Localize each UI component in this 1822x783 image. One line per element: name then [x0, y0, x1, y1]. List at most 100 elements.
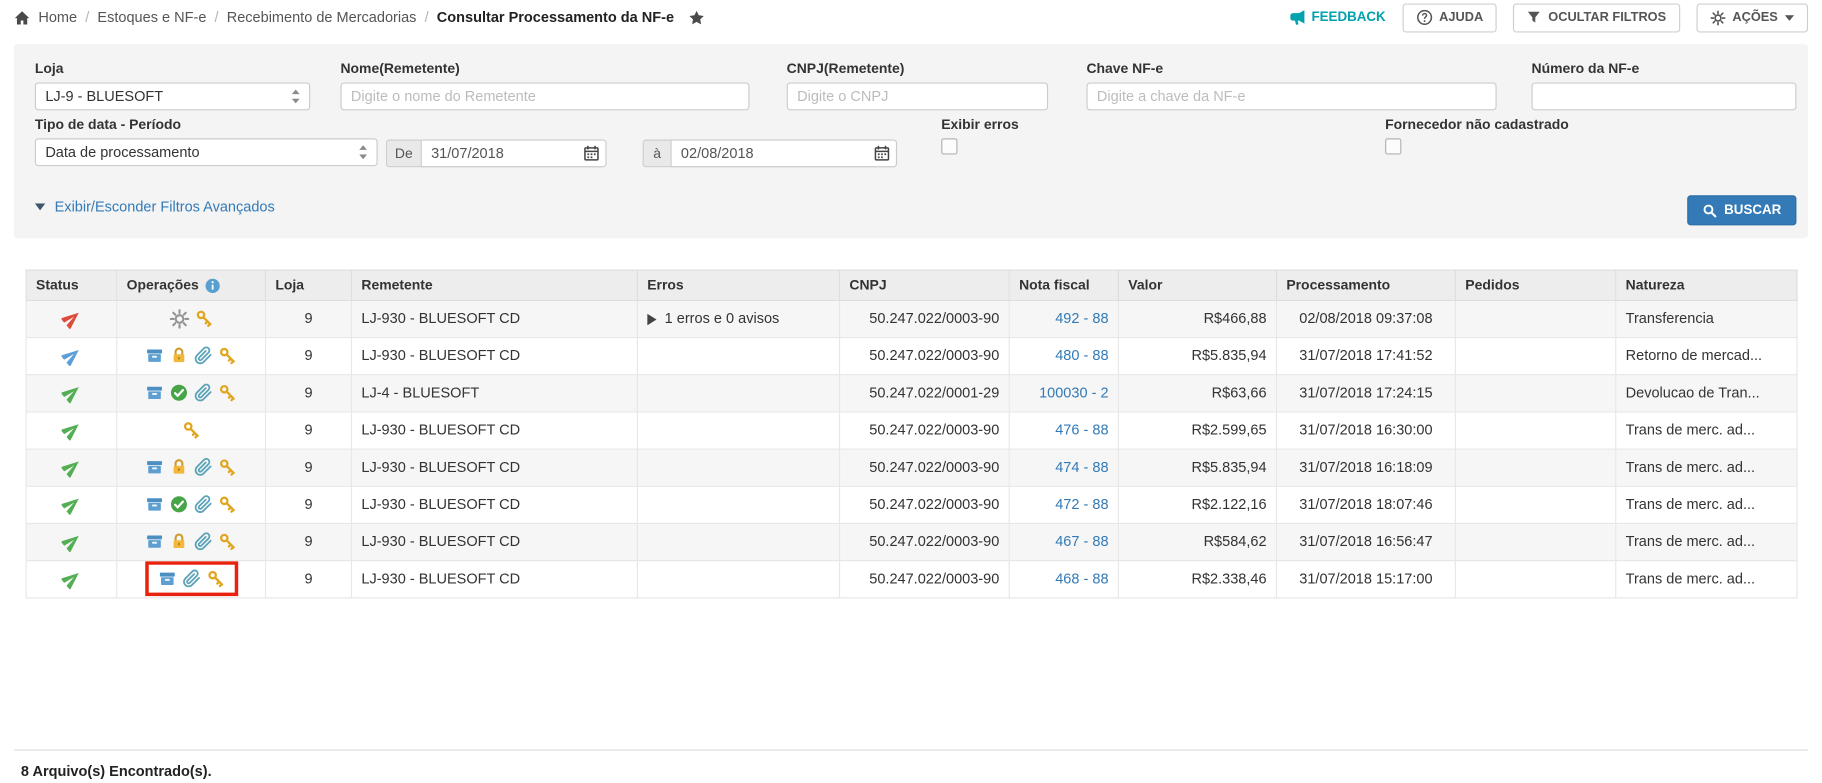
fornecedor-nao-cadastrado-checkbox[interactable] [1385, 138, 1402, 155]
advanced-filters-toggle[interactable]: Exibir/Esconder Filtros Avançados [34, 199, 275, 215]
cell-pedidos [1454, 299, 1617, 338]
lock-icon[interactable] [170, 458, 189, 477]
periodo-de-input[interactable] [420, 139, 607, 168]
ajuda-button[interactable]: AJUDA [1401, 2, 1498, 32]
buscar-label: BUSCAR [1724, 203, 1782, 218]
cell-nota-fiscal: 474 - 88 [1008, 448, 1119, 487]
fornecedor-nao-cadastrado-label: Fornecedor não cadastrado [1385, 116, 1569, 133]
key-icon[interactable] [218, 495, 237, 514]
results-count: 8 Arquivo(s) Encontrado(s). [20, 763, 212, 780]
exibir-erros-checkbox[interactable] [941, 138, 958, 155]
numero-nfe-input[interactable] [1531, 82, 1797, 111]
cell-remetente: LJ-930 - BLUESOFT CD [350, 336, 638, 376]
cell-valor: R$63,66 [1117, 373, 1278, 413]
favorite-star-icon[interactable] [688, 9, 705, 26]
breadcrumb-home[interactable]: Home [38, 9, 77, 25]
periodo-a-addon: à [642, 139, 671, 168]
nota-fiscal-link[interactable]: 472 - 88 [1055, 497, 1108, 513]
tipo-data-select[interactable]: Data de processamento [34, 138, 378, 167]
table-row: 9 LJ-930 - BLUESOFT CD 50.247.022/0003-90 4… [25, 336, 1798, 376]
cell-remetente: LJ-4 - BLUESOFT [350, 373, 638, 413]
table-row: 9 LJ-930 - BLUESOFT CD 1 erros e 0 avisos 5… [25, 299, 1798, 338]
paperclip-icon[interactable] [194, 532, 213, 552]
nota-fiscal-link[interactable]: 474 - 88 [1055, 459, 1108, 475]
nota-fiscal-link[interactable]: 468 - 88 [1055, 571, 1108, 587]
key-icon[interactable] [206, 570, 225, 589]
expand-erros-icon[interactable] [647, 313, 657, 326]
paperclip-icon[interactable] [194, 346, 213, 366]
operations-group [145, 458, 237, 477]
breadcrumb: Home / Estoques e NF-e / Recebimento de … [14, 9, 705, 26]
gear-icon [1710, 9, 1726, 25]
nota-fiscal-link[interactable]: 100030 - 2 [1039, 385, 1108, 401]
cell-processamento: 02/08/2018 09:37:08 [1275, 299, 1456, 338]
cnpj-remetente-field: CNPJ(Remetente) [786, 60, 1049, 111]
status-red-paper-plane-icon [61, 308, 82, 330]
info-icon [205, 278, 221, 294]
results-table: Status Operações Loja Remetente Erros CNPJ Not… [25, 269, 1798, 599]
lock-icon[interactable] [170, 533, 189, 552]
package-icon[interactable] [145, 495, 164, 514]
table-head: Status Operações Loja Remetente Erros CNPJ Not… [25, 269, 1798, 301]
paperclip-icon[interactable] [194, 458, 213, 477]
key-icon[interactable] [182, 421, 201, 440]
status-green-paper-plane-icon [61, 494, 82, 516]
calendar-icon[interactable] [874, 145, 890, 161]
nota-fiscal-link[interactable]: 467 - 88 [1055, 534, 1108, 550]
calendar-icon[interactable] [583, 145, 599, 161]
cell-pedidos [1454, 559, 1617, 599]
breadcrumb-recebimento[interactable]: Recebimento de Mercadorias [227, 9, 417, 25]
cell-operations [116, 522, 267, 562]
nota-fiscal-link[interactable]: 476 - 88 [1055, 422, 1108, 438]
key-icon[interactable] [218, 384, 237, 403]
cell-remetente: LJ-930 - BLUESOFT CD [350, 485, 638, 524]
package-icon[interactable] [145, 458, 164, 477]
table-body: 9 LJ-930 - BLUESOFT CD 1 erros e 0 avisos 5… [25, 299, 1798, 599]
nome-remetente-input[interactable] [340, 82, 750, 111]
operations-group [145, 346, 237, 366]
cell-status [25, 373, 118, 413]
nota-fiscal-link[interactable]: 492 - 88 [1055, 311, 1108, 327]
breadcrumb-estoques[interactable]: Estoques e NF-e [97, 9, 206, 25]
table-row: 9 LJ-930 - BLUESOFT CD 50.247.022/0003-90 4… [25, 522, 1798, 562]
cell-processamento: 31/07/2018 18:07:46 [1275, 485, 1456, 524]
table-row: 9 LJ-930 - BLUESOFT CD 50.247.022/0003-90 4… [25, 485, 1798, 524]
acoes-label: AÇÕES [1732, 10, 1778, 25]
feedback-button[interactable]: FEEDBACK [1288, 9, 1386, 25]
package-icon[interactable] [145, 347, 164, 366]
cell-pedidos [1454, 522, 1617, 562]
package-icon[interactable] [145, 384, 164, 403]
loja-select[interactable]: LJ-9 - BLUESOFT [34, 82, 311, 111]
check-icon[interactable] [170, 495, 189, 514]
check-icon[interactable] [170, 384, 189, 403]
buscar-button[interactable]: BUSCAR [1686, 195, 1797, 226]
cell-erros [636, 336, 841, 376]
key-icon[interactable] [218, 533, 237, 552]
cell-processamento: 31/07/2018 15:17:00 [1275, 559, 1456, 599]
chave-nfe-field: Chave NF-e [1086, 60, 1497, 111]
ocultar-filtros-button[interactable]: OCULTAR FILTROS [1513, 2, 1681, 32]
key-icon[interactable] [218, 458, 237, 477]
key-icon[interactable] [218, 347, 237, 366]
key-icon[interactable] [195, 309, 214, 328]
periodo-a-input[interactable] [670, 139, 898, 168]
cell-cnpj: 50.247.022/0003-90 [838, 411, 1010, 450]
table-row: 9 LJ-930 - BLUESOFT CD 50.247.022/0003-90 4… [25, 411, 1798, 450]
nota-fiscal-link[interactable]: 480 - 88 [1055, 348, 1108, 364]
acoes-button[interactable]: AÇÕES [1696, 2, 1809, 32]
package-icon[interactable] [157, 570, 176, 589]
chave-nfe-input[interactable] [1086, 82, 1497, 111]
cnpj-remetente-input[interactable] [786, 82, 1049, 111]
lock-icon[interactable] [170, 347, 189, 366]
paperclip-icon[interactable] [194, 495, 213, 514]
cell-status [25, 559, 118, 599]
cell-operations [116, 448, 267, 487]
cell-erros [636, 522, 841, 562]
paperclip-icon[interactable] [194, 384, 213, 403]
select-arrows-icon [358, 144, 368, 160]
paperclip-icon[interactable] [182, 569, 201, 589]
gear-icon[interactable] [169, 308, 189, 329]
cell-loja: 9 [264, 411, 353, 450]
package-icon[interactable] [145, 533, 164, 552]
cell-natureza: Trans de merc. ad... [1615, 559, 1798, 599]
